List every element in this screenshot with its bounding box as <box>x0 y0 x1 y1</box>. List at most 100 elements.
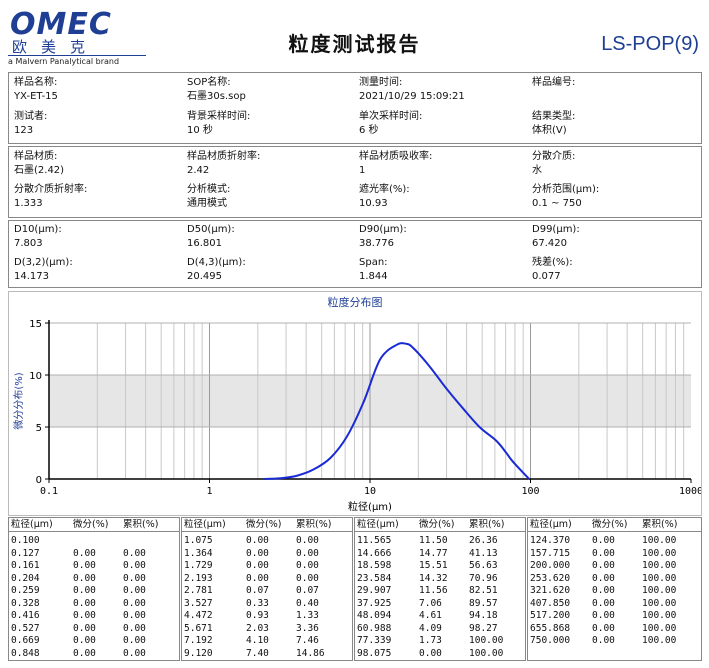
table-cell: 0.127 <box>11 547 40 559</box>
material-box: 样品材质: 石墨(2.42) 样品材质折射率: 2.42 样品材质吸收率: 1 分散介质: 水… <box>8 146 702 218</box>
table-cell: 0.00 <box>296 547 319 559</box>
table-row: 1.729 0.00 0.00 <box>182 559 352 572</box>
table-cell: 100.00 <box>469 647 504 659</box>
results-label: D(4,3)(μm): <box>187 257 246 268</box>
material-label: 样品材质吸收率: <box>359 151 433 162</box>
table-cell: 0.848 <box>11 647 40 659</box>
table-header-cell: 微分(%) <box>73 519 109 530</box>
material-value: 2.42 <box>187 165 210 176</box>
report-header: OMEC 欧美克 a Malvern Panalytical brand 粒度测… <box>0 0 709 70</box>
material-value: 10.93 <box>359 198 388 209</box>
x-tick-label: 0.1 <box>40 486 58 497</box>
table-row: 98.075 0.00 100.00 <box>355 647 525 660</box>
info-value: 123 <box>14 125 34 136</box>
table-cell: 0.00 <box>246 572 269 584</box>
table-cell: 100.00 <box>642 572 677 584</box>
table-cell: 0.00 <box>592 585 615 596</box>
results-label: D50(μm): <box>187 224 235 235</box>
results-label: D(3,2)(μm): <box>14 257 73 268</box>
table-row: 124.370 0.00 100.00 <box>528 534 701 547</box>
table-cell: 750.000 <box>530 635 571 646</box>
table-row: 2.781 0.07 0.07 <box>182 584 352 597</box>
table-header-cell: 粒径(μm) <box>530 519 572 530</box>
table-cell: 4.61 <box>419 610 442 621</box>
sample-info-box: 样品名称: YX-ET-15 SOP名称: 石墨30s.sop 测量时间: 2021/10… <box>8 72 702 144</box>
results-value: 0.077 <box>532 271 561 282</box>
y-tick-label: 0 <box>36 475 42 486</box>
instrument-model: LS-POP(9) <box>601 33 699 55</box>
table-row: 3.527 0.33 0.40 <box>182 597 352 610</box>
table-cell: 0.204 <box>11 572 40 584</box>
size-table-col-4: 粒径(μm) 微分(%) 累积(%) 124.370 0.00 100.00 157.715… <box>527 517 702 661</box>
table-cell: 48.094 <box>357 610 392 621</box>
table-row: 0.127 0.00 0.00 <box>9 547 179 560</box>
info-value: 10 秒 <box>187 125 213 136</box>
table-header-row: 粒径(μm) 微分(%) 累积(%) <box>528 518 701 531</box>
table-header-rule <box>528 531 701 532</box>
info-label: SOP名称: <box>187 77 231 88</box>
table-cell: 0.416 <box>11 610 40 621</box>
table-cell: 100.00 <box>469 635 504 646</box>
table-cell: 0.00 <box>592 610 615 621</box>
x-axis-label: 粒径(μm) <box>348 500 392 513</box>
table-cell: 14.32 <box>419 572 448 584</box>
material-label: 遮光率(%): <box>359 184 410 195</box>
material-value: 0.1 ~ 750 <box>532 198 582 209</box>
table-header-cell: 粒径(μm) <box>11 519 53 530</box>
table-header-row: 粒径(μm) 微分(%) 累积(%) <box>9 518 179 531</box>
table-cell: 7.06 <box>419 597 442 609</box>
info-label: 单次采样时间: <box>359 111 423 122</box>
table-cell: 517.200 <box>530 610 571 621</box>
x-tick-label: 100 <box>521 486 539 497</box>
table-cell: 5.671 <box>184 622 213 634</box>
table-cell: 0.527 <box>11 622 40 634</box>
table-cell: 41.13 <box>469 547 498 559</box>
info-label: 样品编号: <box>532 77 576 88</box>
table-cell: 0.00 <box>123 647 146 659</box>
table-row: 37.925 7.06 89.57 <box>355 597 525 610</box>
table-row: 0.328 0.00 0.00 <box>9 597 179 610</box>
material-label: 分散介质折射率: <box>14 184 88 195</box>
results-value: 38.776 <box>359 238 394 249</box>
table-cell: 100.00 <box>642 635 677 646</box>
table-header-rule <box>182 531 352 532</box>
table-header-cell: 粒径(μm) <box>357 519 399 530</box>
table-cell: 100.00 <box>642 560 677 571</box>
table-cell: 0.33 <box>246 597 269 609</box>
info-value: 2021/10/29 15:09:21 <box>359 91 465 102</box>
table-cell: 0.00 <box>296 572 319 584</box>
table-cell: 0.00 <box>592 535 615 546</box>
table-cell: 0.00 <box>592 572 615 584</box>
table-cell: 100.00 <box>642 622 677 634</box>
distribution-chart: 粒度分布图 0 5 10 15 0.1 1 10 100 1000 粒径(μm) 微分分布(%) <box>8 291 702 516</box>
material-label: 分析模式: <box>187 184 231 195</box>
table-cell: 0.00 <box>123 572 146 584</box>
table-cell: 0.00 <box>73 635 96 646</box>
table-cell: 4.10 <box>246 635 269 646</box>
table-row: 11.565 11.50 26.36 <box>355 534 525 547</box>
results-value: 16.801 <box>187 238 222 249</box>
table-row: 407.850 0.00 100.00 <box>528 597 701 610</box>
results-label: Span: <box>359 257 388 268</box>
table-header-rule <box>9 531 179 532</box>
material-label: 样品材质折射率: <box>187 151 261 162</box>
table-cell: 124.370 <box>530 535 571 546</box>
table-cell: 1.73 <box>419 635 442 646</box>
info-value: YX-ET-15 <box>14 91 58 102</box>
table-cell: 0.07 <box>296 585 319 596</box>
table-header-cell: 累积(%) <box>296 519 332 530</box>
table-cell: 2.03 <box>246 622 269 634</box>
table-cell: 0.161 <box>11 560 40 571</box>
table-cell: 60.988 <box>357 622 392 634</box>
results-box: D10(μm): 7.803 D50(μm): 16.801 D90(μm): 38.77… <box>8 220 702 288</box>
table-cell: 4.09 <box>419 622 442 634</box>
table-header-cell: 累积(%) <box>123 519 159 530</box>
size-table-col-2: 粒径(μm) 微分(%) 累积(%) 1.075 0.00 0.00 1.364 0.00 0.… <box>181 517 353 661</box>
results-label: D90(μm): <box>359 224 407 235</box>
table-row: 0.527 0.00 0.00 <box>9 622 179 635</box>
table-cell: 0.00 <box>123 610 146 621</box>
table-cell: 0.00 <box>73 572 96 584</box>
table-cell: 18.598 <box>357 560 392 571</box>
material-value: 石墨(2.42) <box>14 165 65 176</box>
table-cell: 0.00 <box>73 597 96 609</box>
